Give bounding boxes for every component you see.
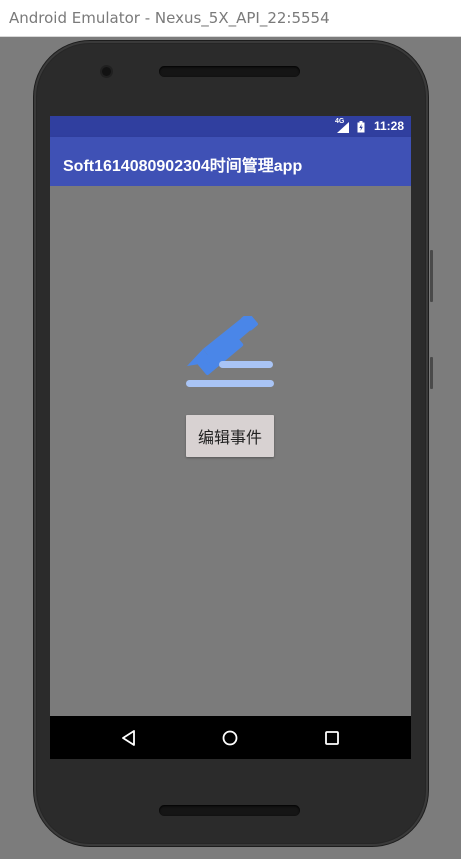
edit-pencil-icon[interactable] <box>185 316 277 396</box>
volume-button[interactable] <box>430 250 433 302</box>
navigation-bar <box>50 716 411 759</box>
home-icon[interactable] <box>219 727 241 749</box>
main-content: 编辑事件 <box>50 186 411 716</box>
edit-event-button[interactable]: 编辑事件 <box>186 415 274 457</box>
device-screen: 4G 11:28 Soft1614080902304时间管理app 编辑事件 <box>50 116 411 759</box>
status-bar: 4G 11:28 <box>50 116 411 137</box>
emulator-title-bar: Android Emulator - Nexus_5X_API_22:5554 <box>0 0 461 37</box>
app-title: Soft1614080902304时间管理app <box>63 158 303 175</box>
battery-icon <box>357 121 365 133</box>
recent-apps-icon[interactable] <box>321 727 343 749</box>
front-camera-icon <box>102 67 111 76</box>
window-title: Android Emulator - Nexus_5X_API_22:5554 <box>9 9 330 27</box>
bottom-speaker-grille <box>159 805 300 816</box>
status-time: 11:28 <box>373 119 404 133</box>
power-button[interactable] <box>430 357 433 389</box>
top-speaker-grille <box>159 66 300 77</box>
app-toolbar: Soft1614080902304时间管理app <box>50 137 411 186</box>
signal-icon <box>337 122 349 133</box>
back-icon[interactable] <box>118 727 140 749</box>
